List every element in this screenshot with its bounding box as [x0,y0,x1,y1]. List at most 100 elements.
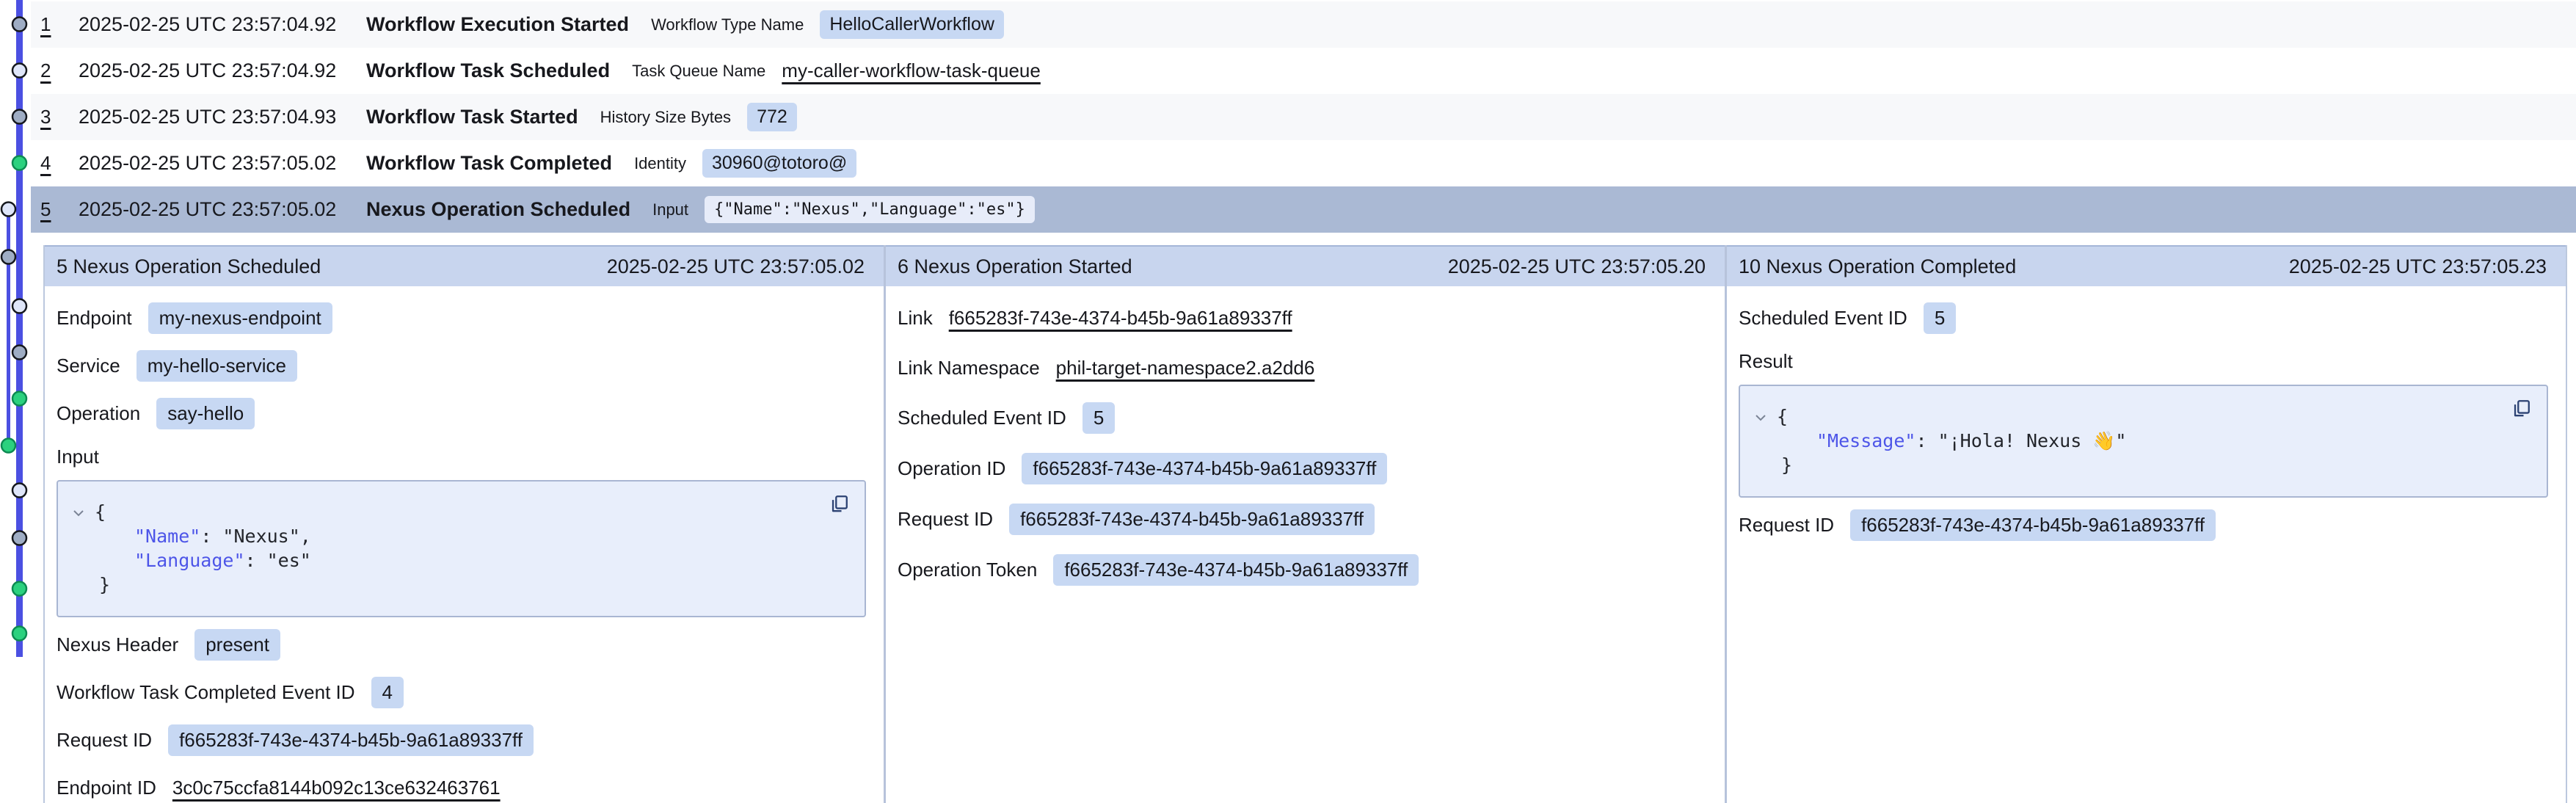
event-id-link[interactable]: 5 [40,198,58,221]
task-queue-link[interactable]: my-caller-workflow-task-queue [782,59,1041,82]
copy-icon[interactable] [2511,398,2532,419]
event-time: 2025-02-25 UTC 23:57:04.92 [79,13,366,36]
field-label: Request ID [1739,514,1834,537]
field-value-badge: 5 [1083,402,1115,434]
timeline-node[interactable] [12,392,26,406]
event-id-link[interactable]: 4 [40,152,58,175]
chevron-down-icon[interactable] [1755,404,1767,428]
event-id-link[interactable]: 3 [40,106,58,128]
field-value-badge: 5 [1924,302,1956,334]
result-json-viewer: { "Message": "¡Hola! Nexus 👋" } [1739,385,2548,498]
field-label: Request ID [898,508,993,531]
event-attr-value-badge: HelloCallerWorkflow [820,10,1004,39]
panel-title: 5 Nexus Operation Scheduled [57,255,321,278]
event-attr-label: Task Queue Name [632,62,765,81]
field-scheduled-event-id: Scheduled Event ID 5 [898,402,1707,434]
field-endpoint-id: Endpoint ID 3c0c75ccfa8144b092c13ce63246… [57,772,866,803]
panel-title: 10 Nexus Operation Completed [1739,255,2016,278]
timeline-node[interactable] [12,484,26,498]
event-name: Workflow Task Started [366,106,578,128]
link-namespace-value[interactable]: phil-target-namespace2.a2dd6 [1056,357,1315,379]
panel-timestamp: 2025-02-25 UTC 23:57:05.02 [607,255,865,278]
field-label: Endpoint ID [57,777,156,799]
field-value-badge: f665283f-743e-4374-b45b-9a61a89337ff [1009,504,1375,535]
input-json-viewer: { "Name": "Nexus", "Language": "es" } [57,480,866,617]
panel-body: Scheduled Event ID 5 Result { "Message":… [1727,286,2566,541]
event-name: Workflow Execution Started [366,13,629,36]
event-row-2[interactable]: 2 2025-02-25 UTC 23:57:04.92 Workflow Ta… [31,48,2576,94]
event-input-badge: {"Name":"Nexus","Language":"es"} [705,196,1035,223]
copy-icon[interactable] [829,493,850,515]
panel-nexus-operation-started: 6 Nexus Operation Started 2025-02-25 UTC… [884,245,1725,803]
event-row-1[interactable]: 1 2025-02-25 UTC 23:57:04.92 Workflow Ex… [31,1,2576,48]
field-label: Input [57,446,99,468]
field-label: Link [898,307,933,330]
event-attr-label: Input [652,200,688,219]
json-close-brace: } [1755,453,2526,477]
timeline-node[interactable] [12,346,26,360]
field-scheduled-event-id: Scheduled Event ID 5 [1739,302,2548,334]
timeline-node[interactable] [12,156,26,170]
timeline-node[interactable] [12,18,26,32]
field-endpoint: Endpoint my-nexus-endpoint [57,302,866,334]
field-label: Service [57,355,120,377]
timeline-node[interactable] [12,299,26,313]
timeline-node[interactable] [1,203,15,217]
field-wtce-id: Workflow Task Completed Event ID 4 [57,677,866,708]
json-close-brace: } [73,573,844,597]
panel-nexus-operation-completed: 10 Nexus Operation Completed 2025-02-25 … [1725,245,2566,803]
field-label: Endpoint [57,307,132,330]
json-open-brace: { [73,499,844,524]
panel-body: Endpoint my-nexus-endpoint Service my-he… [45,286,884,803]
event-row-4[interactable]: 4 2025-02-25 UTC 23:57:05.02 Workflow Ta… [31,140,2576,186]
event-attr-label: History Size Bytes [600,108,732,127]
chevron-down-icon[interactable] [73,499,84,523]
timeline-node[interactable] [12,110,26,124]
endpoint-id-link[interactable]: 3c0c75ccfa8144b092c13ce632463761 [172,777,501,799]
temporal-event-history: 1 2025-02-25 UTC 23:57:04.92 Workflow Ex… [0,0,2576,803]
event-time: 2025-02-25 UTC 23:57:04.92 [79,59,366,82]
event-time: 2025-02-25 UTC 23:57:04.93 [79,106,366,128]
timeline-node[interactable] [12,582,26,596]
event-attr-label: Identity [634,154,686,173]
field-value-badge: my-hello-service [137,350,297,382]
json-entry: "Language": "es" [73,548,844,573]
event-id-link[interactable]: 1 [40,13,58,36]
timeline-node[interactable] [12,531,26,545]
event-attr-label: Workflow Type Name [651,15,804,34]
timeline-node[interactable] [1,250,15,264]
event-time: 2025-02-25 UTC 23:57:05.02 [79,152,366,175]
field-value-badge: present [194,629,280,661]
field-label: Workflow Task Completed Event ID [57,681,355,704]
json-entry: "Message": "¡Hola! Nexus 👋" [1755,429,2526,453]
panel-header: 5 Nexus Operation Scheduled 2025-02-25 U… [45,245,884,286]
field-link-namespace: Link Namespace phil-target-namespace2.a2… [898,352,1707,383]
event-attr-value-badge: 30960@totoro@ [702,149,856,178]
field-operation-id: Operation ID f665283f-743e-4374-b45b-9a6… [898,453,1707,484]
panel-timestamp: 2025-02-25 UTC 23:57:05.23 [2289,255,2547,278]
event-attr-value-badge: 772 [747,103,797,131]
link-value[interactable]: f665283f-743e-4374-b45b-9a61a89337ff [949,307,1292,330]
field-input-label: Input [57,446,866,468]
field-nexus-header: Nexus Header present [57,629,866,661]
field-value-badge: f665283f-743e-4374-b45b-9a61a89337ff [1850,509,2216,541]
timeline-node[interactable] [1,439,15,453]
timeline-node[interactable] [12,64,26,78]
event-row-5-selected[interactable]: 5 2025-02-25 UTC 23:57:05.02 Nexus Opera… [31,186,2576,233]
field-value-badge: my-nexus-endpoint [148,302,332,334]
timeline-node[interactable] [12,627,26,641]
field-request-id: Request ID f665283f-743e-4374-b45b-9a61a… [898,504,1707,535]
event-id-link[interactable]: 2 [40,59,58,82]
event-name: Nexus Operation Scheduled [366,198,630,221]
field-value-badge: 4 [371,677,404,708]
field-label: Nexus Header [57,633,178,656]
field-label: Link Namespace [898,357,1040,379]
event-row-3[interactable]: 3 2025-02-25 UTC 23:57:04.93 Workflow Ta… [31,94,2576,140]
panel-header: 10 Nexus Operation Completed 2025-02-25 … [1727,245,2566,286]
field-label: Operation ID [898,457,1005,480]
field-request-id: Request ID f665283f-743e-4374-b45b-9a61a… [1739,509,2548,541]
json-entry: "Name": "Nexus", [73,524,844,548]
field-operation-token: Operation Token f665283f-743e-4374-b45b-… [898,554,1707,586]
field-label: Scheduled Event ID [898,407,1066,429]
event-time: 2025-02-25 UTC 23:57:05.02 [79,198,366,221]
